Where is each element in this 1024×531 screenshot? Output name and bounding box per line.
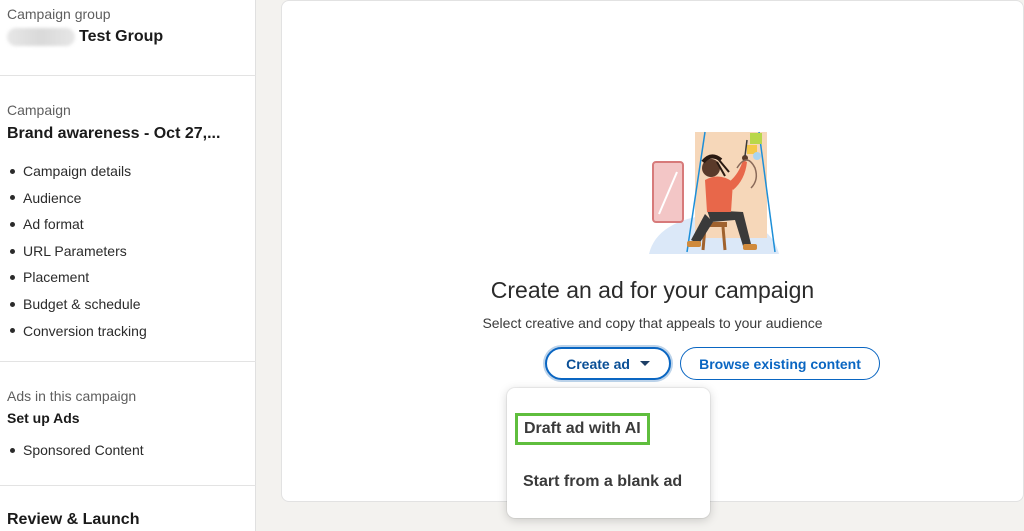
campaign-name[interactable]: Brand awareness - Oct 27,... — [7, 125, 220, 143]
browse-existing-label: Browse existing content — [699, 355, 861, 372]
review-section[interactable]: Review & Launch — [0, 486, 256, 531]
sidebar-item-budget-schedule[interactable]: Budget & schedule — [7, 291, 147, 318]
sidebar-item-label: Conversion tracking — [23, 322, 147, 339]
campaign-sidebar: Campaign group Test Group Campaign Brand… — [0, 0, 256, 531]
caret-down-icon — [639, 361, 650, 366]
sidebar-item-label: Campaign details — [23, 163, 132, 179]
create-ad-button[interactable]: Create ad — [545, 347, 671, 380]
campaign-steps: Campaign details Audience Ad format URL … — [7, 158, 147, 344]
bullet-icon — [10, 301, 15, 307]
sidebar-item-label: Placement — [23, 269, 90, 286]
bullet-icon — [10, 248, 15, 254]
bullet-icon — [10, 195, 15, 201]
create-ad-label: Create ad — [566, 355, 630, 372]
campaign-section: Campaign Brand awareness - Oct 27,... Ca… — [0, 76, 256, 362]
page-title: Create an ad for your campaign — [490, 277, 815, 303]
redacted-text — [7, 28, 75, 46]
ads-label: Ads in this campaign — [7, 388, 137, 404]
campaign-group-row: Test Group — [7, 28, 163, 46]
sidebar-item-conversion-tracking[interactable]: Conversion tracking — [7, 318, 147, 345]
bullet-icon — [10, 221, 15, 227]
sidebar-item-label: Sponsored Content — [23, 442, 144, 458]
ads-title[interactable]: Set up Ads — [7, 410, 80, 426]
sidebar-item-ad-format[interactable]: Ad format — [7, 211, 147, 238]
sidebar-item-url-parameters[interactable]: URL Parameters — [7, 238, 147, 265]
campaign-group-label: Campaign group — [7, 6, 111, 22]
ads-list: Sponsored Content — [7, 437, 144, 464]
bullet-icon — [10, 275, 15, 281]
campaign-group-name: Test Group — [79, 28, 164, 45]
ads-section: Ads in this campaign Set up Ads Sponsore… — [0, 362, 256, 486]
review-launch-title: Review & Launch — [7, 511, 140, 528]
sidebar-item-label: Budget & schedule — [23, 295, 141, 312]
browse-existing-content-button[interactable]: Browse existing content — [680, 347, 880, 380]
page-subtitle: Select creative and copy that appeals to… — [482, 315, 823, 331]
create-ad-dropdown-menu: Draft ad with AI Start from a blank ad — [507, 388, 710, 518]
campaign-label: Campaign — [7, 102, 71, 118]
bullet-icon — [10, 168, 15, 174]
sidebar-item-label: Audience — [23, 189, 82, 206]
sidebar-item-label: Ad format — [23, 216, 84, 233]
bullet-icon — [10, 447, 15, 453]
sidebar-item-placement[interactable]: Placement — [7, 264, 147, 291]
menu-item-draft-ad-with-ai[interactable]: Draft ad with AI — [515, 413, 650, 445]
sidebar-item-campaign-details[interactable]: Campaign details — [7, 158, 147, 185]
sidebar-item-label: URL Parameters — [23, 242, 127, 259]
artist-painting-illustration — [649, 131, 779, 254]
sidebar-item-sponsored-content[interactable]: Sponsored Content — [7, 437, 144, 464]
campaign-group-section[interactable]: Campaign group Test Group — [0, 0, 256, 76]
bullet-icon — [10, 328, 15, 334]
menu-item-start-blank-ad[interactable]: Start from a blank ad — [516, 467, 689, 497]
sidebar-item-audience[interactable]: Audience — [7, 185, 147, 212]
